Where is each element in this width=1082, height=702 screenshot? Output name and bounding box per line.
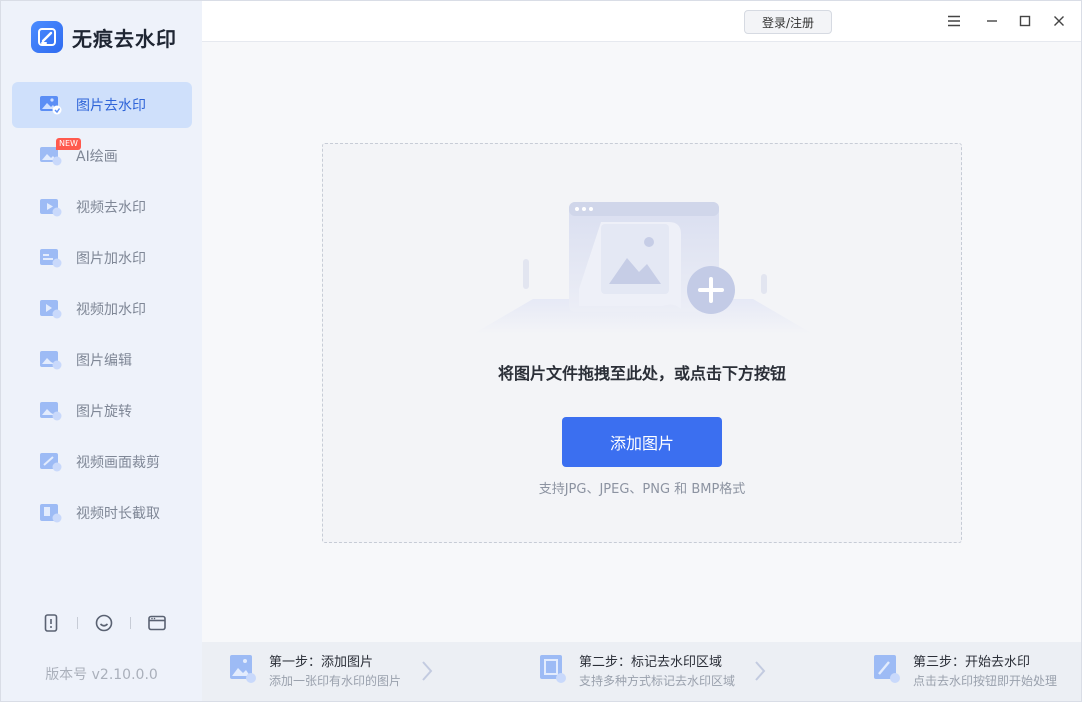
add-image-button[interactable]: 添加图片 (562, 417, 722, 467)
title-bar: 登录/注册 (202, 1, 1081, 42)
login-register-button[interactable]: 登录/注册 (744, 10, 832, 34)
sidebar-item-image-edit[interactable]: 图片编辑 (12, 337, 192, 383)
step-3: 第三步：开始去水印 点击去水印按钮即开始处理 (873, 654, 1057, 690)
close-icon[interactable] (1049, 11, 1069, 31)
maximize-icon[interactable] (1015, 11, 1035, 31)
sidebar-item-video-add-watermark[interactable]: 视频加水印 (12, 286, 192, 332)
sidebar-tools (41, 613, 167, 633)
sidebar-item-label: 视频时长截取 (76, 506, 160, 522)
sidebar-item-label: 图片旋转 (76, 404, 132, 420)
sidebar-item-label: 视频加水印 (76, 302, 146, 318)
step-title: 第三步：开始去水印 (913, 655, 1031, 670)
app-name: 无痕去水印 (72, 26, 177, 51)
sidebar-item-label: 视频去水印 (76, 200, 146, 216)
image-rotate-icon (39, 400, 63, 422)
version-label: 版本号 v2.10.0.0 (45, 667, 158, 683)
phone-icon[interactable] (41, 613, 61, 633)
sidebar-item-video-crop[interactable]: 视频画面裁剪 (12, 439, 192, 485)
chevron-right-icon (753, 660, 767, 682)
step-title: 第二步：标记去水印区域 (579, 655, 723, 670)
chevron-right-icon (420, 660, 434, 682)
step-desc: 点击去水印按钮即开始处理 (913, 674, 1058, 688)
step-1: 第一步：添加图片 添加一张印有水印的图片 (229, 654, 401, 690)
add-image-step-icon (229, 654, 257, 684)
new-badge: NEW (56, 138, 81, 150)
app-window: 无痕去水印 图片去水印 NEW AI绘画 视频去水印 图片加水印 视频加水印 图… (0, 0, 1082, 702)
feedback-smile-icon[interactable] (94, 613, 114, 633)
app-logo: 无痕去水印 (31, 21, 177, 53)
browser-window-icon[interactable] (147, 613, 167, 633)
steps-bar: 第一步：添加图片 添加一张印有水印的图片 第二步：标记去水印区域 支持多种方式标… (202, 642, 1081, 701)
upload-illustration (473, 184, 813, 354)
video-crop-icon (39, 451, 63, 473)
sidebar-item-image-remove-watermark[interactable]: 图片去水印 (12, 82, 192, 128)
sidebar-item-image-rotate[interactable]: 图片旋转 (12, 388, 192, 434)
image-add-watermark-icon (39, 247, 63, 269)
step-desc: 支持多种方式标记去水印区域 (579, 674, 736, 688)
sidebar-item-label: 图片编辑 (76, 353, 132, 369)
sidebar: 无痕去水印 图片去水印 NEW AI绘画 视频去水印 图片加水印 视频加水印 图… (1, 1, 202, 701)
menu-icon[interactable] (944, 11, 964, 31)
sidebar-item-image-add-watermark[interactable]: 图片加水印 (12, 235, 192, 281)
minimize-icon[interactable] (982, 11, 1002, 31)
step-desc: 添加一张印有水印的图片 (269, 674, 402, 688)
sidebar-item-label: AI绘画 (76, 149, 118, 165)
image-edit-icon (39, 349, 63, 371)
drop-prompt: 将图片文件拖拽至此处，或点击下方按钮 (497, 364, 786, 383)
image-drop-zone[interactable]: 将图片文件拖拽至此处，或点击下方按钮 添加图片 支持JPG、JPEG、PNG 和… (322, 143, 962, 543)
divider (130, 617, 131, 629)
mark-area-step-icon (539, 654, 567, 684)
video-remove-watermark-icon (39, 196, 63, 218)
step-title: 第一步：添加图片 (269, 655, 374, 670)
sidebar-nav: 图片去水印 NEW AI绘画 视频去水印 图片加水印 视频加水印 图片编辑 图片… (12, 82, 192, 541)
video-trim-icon (39, 502, 63, 524)
sidebar-item-video-trim[interactable]: 视频时长截取 (12, 490, 192, 536)
sidebar-item-label: 图片去水印 (76, 98, 146, 114)
supported-formats: 支持JPG、JPEG、PNG 和 BMP格式 (538, 482, 746, 497)
sidebar-item-label: 视频画面裁剪 (76, 455, 160, 471)
sidebar-item-ai-painting[interactable]: NEW AI绘画 (12, 133, 192, 179)
step-2: 第二步：标记去水印区域 支持多种方式标记去水印区域 (539, 654, 735, 690)
sidebar-item-label: 图片加水印 (76, 251, 146, 267)
divider (77, 617, 78, 629)
app-logo-icon (31, 21, 63, 53)
video-add-watermark-icon (39, 298, 63, 320)
image-remove-watermark-icon (39, 94, 63, 116)
start-remove-step-icon (873, 654, 901, 684)
sidebar-item-video-remove-watermark[interactable]: 视频去水印 (12, 184, 192, 230)
